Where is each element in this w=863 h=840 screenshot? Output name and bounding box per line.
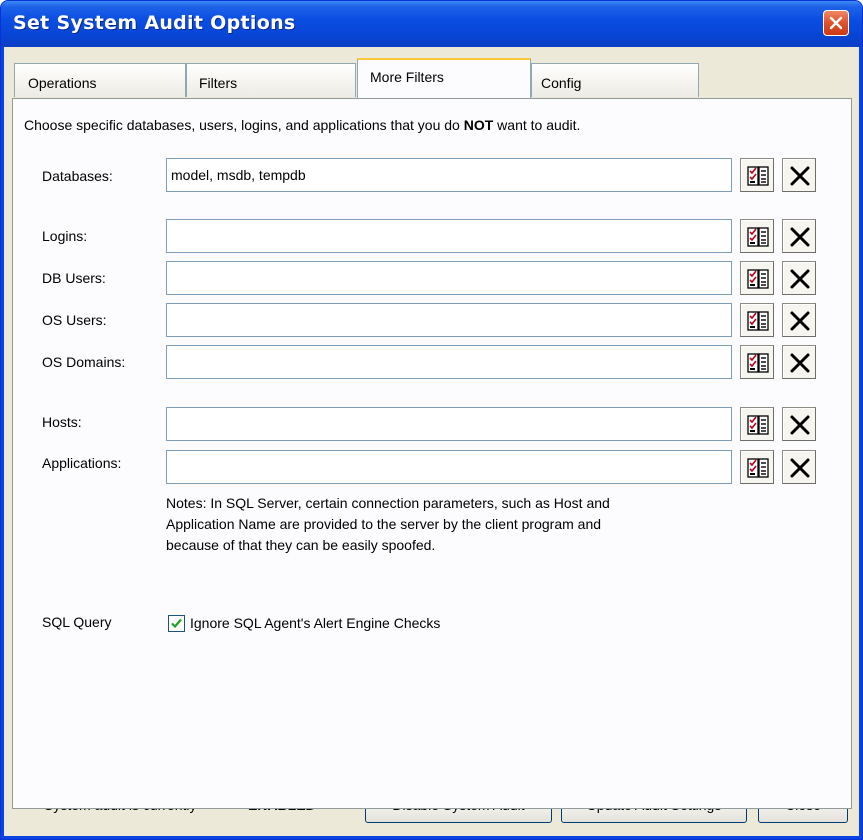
clear-x-icon: [790, 458, 810, 478]
os-domains-select-button[interactable]: [740, 345, 774, 379]
instructions-part: want to audit.: [493, 117, 581, 133]
tab-operations[interactable]: Operations: [14, 63, 186, 97]
hosts-label: Hosts:: [42, 414, 82, 430]
os-domains-field[interactable]: [166, 345, 732, 379]
window-close-button[interactable]: [823, 10, 849, 36]
checklist-icon: [747, 353, 769, 373]
dialog-client-area: Operations Filters More Filters Config C…: [4, 47, 859, 836]
checklist-icon: [747, 311, 769, 331]
clear-x-icon: [790, 227, 810, 247]
checklist-icon: [747, 458, 769, 478]
close-icon: [829, 16, 843, 30]
databases-label: Databases:: [42, 168, 113, 184]
applications-clear-button[interactable]: [782, 450, 816, 484]
logins-label: Logins:: [42, 228, 88, 244]
sql-query-label: SQL Query: [42, 614, 112, 630]
tab-label: More Filters: [370, 69, 444, 85]
databases-clear-button[interactable]: [782, 158, 816, 192]
db-users-label: DB Users:: [42, 270, 106, 286]
instructions-part: Choose specific databases, users, logins…: [24, 117, 464, 133]
checkmark-icon: [171, 618, 182, 629]
os-domains-label: OS Domains:: [42, 354, 126, 370]
spoofing-notes: Notes: In SQL Server, certain connection…: [166, 493, 766, 556]
logins-select-button[interactable]: [740, 219, 774, 253]
applications-field[interactable]: [166, 450, 732, 484]
db-users-clear-button[interactable]: [782, 261, 816, 295]
checklist-icon: [747, 269, 769, 289]
checklist-icon: [747, 227, 769, 247]
title-bar[interactable]: Set System Audit Options: [1, 1, 862, 47]
databases-field[interactable]: [166, 158, 732, 192]
tab-label: Filters: [199, 75, 238, 91]
clear-x-icon: [790, 269, 810, 289]
hosts-clear-button[interactable]: [782, 407, 816, 441]
instructions-text: Choose specific databases, users, logins…: [24, 117, 580, 133]
ignore-alert-engine-checkbox[interactable]: [168, 615, 185, 632]
tab-label: Config: [541, 75, 582, 91]
db-users-select-button[interactable]: [740, 261, 774, 295]
instructions-emphasis: NOT: [463, 117, 494, 133]
os-domains-clear-button[interactable]: [782, 345, 816, 379]
dialog-window: Set System Audit Options Operations Filt…: [0, 0, 863, 840]
os-users-label: OS Users:: [42, 312, 107, 328]
db-users-field[interactable]: [166, 261, 732, 295]
tab-config[interactable]: Config: [531, 63, 699, 97]
tab-more-filters[interactable]: More Filters: [357, 58, 531, 98]
hosts-select-button[interactable]: [740, 407, 774, 441]
tab-label: Operations: [28, 75, 97, 91]
clear-x-icon: [790, 353, 810, 373]
applications-label: Applications:: [42, 455, 122, 471]
os-users-clear-button[interactable]: [782, 303, 816, 337]
notes-line: Application Name are provided to the ser…: [166, 516, 602, 532]
databases-select-button[interactable]: [740, 158, 774, 192]
clear-x-icon: [790, 311, 810, 331]
checklist-icon: [747, 166, 769, 186]
checklist-icon: [747, 415, 769, 435]
notes-line: Notes: In SQL Server, certain connection…: [166, 495, 610, 511]
window-title: Set System Audit Options: [13, 12, 296, 34]
os-users-field[interactable]: [166, 303, 732, 337]
applications-select-button[interactable]: [740, 450, 774, 484]
ignore-alert-engine-label[interactable]: Ignore SQL Agent's Alert Engine Checks: [190, 615, 440, 631]
notes-line: because of that they can be easily spoof…: [166, 537, 436, 553]
logins-field[interactable]: [166, 219, 732, 253]
tab-filters[interactable]: Filters: [186, 63, 356, 97]
os-users-select-button[interactable]: [740, 303, 774, 337]
clear-x-icon: [790, 166, 810, 186]
hosts-field[interactable]: [166, 407, 732, 441]
logins-clear-button[interactable]: [782, 219, 816, 253]
clear-x-icon: [790, 415, 810, 435]
